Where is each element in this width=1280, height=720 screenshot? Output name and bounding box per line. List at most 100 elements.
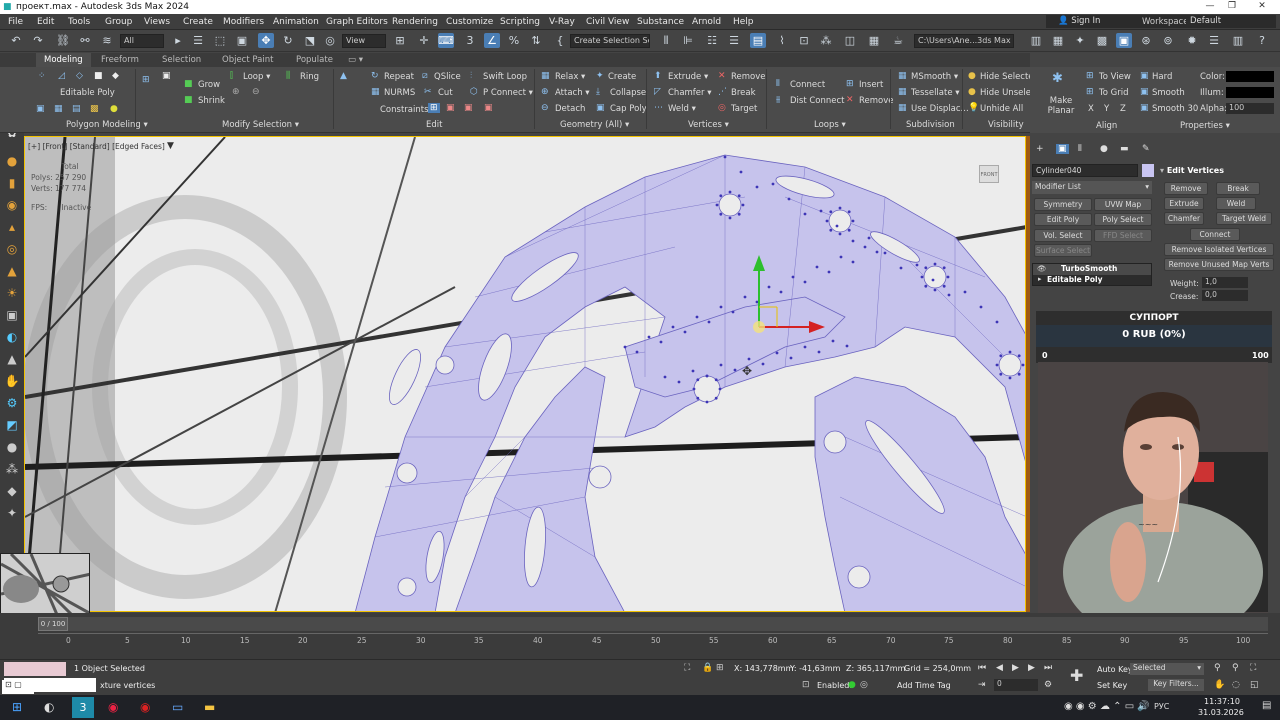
loop-icon[interactable]: ⫿ — [230, 71, 233, 81]
vertex-break-button[interactable]: Break — [1216, 182, 1260, 195]
edge-icon[interactable]: ◐ — [44, 700, 54, 714]
unhide-all-button[interactable]: Unhide All — [980, 104, 1023, 114]
menu-tools[interactable]: Tools — [68, 17, 90, 27]
render-setup-icon[interactable]: ◫ — [842, 33, 858, 48]
maxscript-listener[interactable] — [4, 662, 66, 676]
prev-frame-icon[interactable]: ◀ — [996, 663, 1003, 673]
project-path[interactable]: C:\Users\Ane...3ds Max 2024 — [914, 34, 1014, 48]
motion-icon[interactable]: ⊚ — [1160, 33, 1176, 48]
sphere-icon[interactable]: ● — [4, 153, 20, 169]
poly-select-button[interactable]: Poly Select — [1094, 213, 1152, 226]
chrome-icon[interactable]: ◉ — [108, 700, 118, 714]
minimize-button[interactable]: — — [1200, 1, 1220, 11]
selection-filter-dropdown[interactable]: All — [120, 34, 164, 48]
break-icon[interactable]: ⋰ — [718, 87, 727, 97]
menu-animation[interactable]: Animation — [273, 17, 319, 27]
vertex-mode-icon[interactable]: ⁘ — [38, 71, 46, 81]
move-icon[interactable]: ✥ — [258, 33, 274, 48]
use-displacement-button[interactable]: Use Displac... — [911, 104, 969, 114]
goto-start-icon[interactable]: ⏮ — [978, 663, 986, 673]
spacewarp-icon[interactable]: ⚙ — [4, 395, 20, 411]
create-button[interactable]: Create — [608, 72, 636, 82]
menu-create[interactable]: Create — [183, 17, 213, 27]
show-end-result-icon[interactable]: ▩ — [90, 104, 99, 114]
edit-poly-button[interactable]: Edit Poly — [1034, 213, 1092, 226]
ring-button[interactable]: Ring — [300, 72, 319, 82]
tab-object-paint[interactable]: Object Paint — [222, 55, 273, 65]
to-grid-button[interactable]: To Grid — [1099, 88, 1129, 98]
tessellate-icon[interactable]: ▦ — [898, 87, 907, 97]
vertex-connect-button[interactable]: Connect — [1190, 228, 1240, 241]
reference-coord-dropdown[interactable]: View — [342, 34, 386, 48]
hierarchy-tab-icon[interactable]: ⫴ — [1078, 144, 1082, 154]
select-all-icon[interactable]: ▣ — [162, 71, 171, 81]
menu-modifiers[interactable]: Modifiers — [223, 17, 264, 27]
polygon-mode-icon[interactable]: ■ — [94, 71, 103, 81]
scene-explorer-icon[interactable]: ☷ — [704, 33, 720, 48]
key-selection-dropdown[interactable]: Selected ▾ — [1130, 663, 1204, 675]
cylinder-icon[interactable]: ▮ — [4, 175, 20, 191]
menu-customize[interactable]: Customize — [446, 17, 493, 27]
target-weld-button[interactable]: Target Weld — [1216, 212, 1272, 225]
cut-icon[interactable]: ✂ — [424, 87, 432, 97]
tray-icons[interactable]: ◉ ◉ ⚙ ☁ ⌃ ▭ 🔊 — [1064, 701, 1150, 712]
obs-icon[interactable]: ◉ — [140, 700, 150, 714]
light-icon[interactable]: ☀ — [4, 285, 20, 301]
shrink-loop-icon[interactable]: ⊖ — [252, 87, 260, 97]
unhide-all-icon[interactable]: 💡 — [968, 103, 979, 113]
group-subdivision[interactable]: Subdivision — [906, 120, 955, 130]
tab-freeform[interactable]: Freeform — [101, 55, 139, 65]
key-mode-icon[interactable]: ⇥ — [978, 680, 986, 690]
rendered-frame-icon[interactable]: ▦ — [866, 33, 882, 48]
undo-icon[interactable]: ↶ — [8, 33, 24, 48]
group-visibility[interactable]: Visibility — [988, 120, 1024, 130]
collapse-button[interactable]: Collapse — [610, 88, 646, 98]
symmetry-button[interactable]: Symmetry — [1034, 198, 1092, 211]
viewport-layout-icon[interactable]: ▥ — [1230, 33, 1246, 48]
utilities-icon[interactable]: ✹ — [1184, 33, 1200, 48]
target-button[interactable]: Target — [731, 104, 757, 114]
viewport-tools-icon[interactable]: ▦ — [1050, 33, 1066, 48]
uvw-map-button[interactable]: UVW Map — [1094, 198, 1152, 211]
extrude-button[interactable]: Extrude ▾ — [668, 72, 708, 82]
tab-selection[interactable]: Selection — [162, 55, 201, 65]
adaptive-degradation-icon[interactable]: ◎ — [860, 680, 868, 690]
group-align[interactable]: Align — [1096, 121, 1117, 131]
qslice-button[interactable]: QSlice — [434, 72, 461, 82]
insert-button[interactable]: Insert — [859, 80, 883, 90]
hard-icon[interactable]: ▣ — [1140, 71, 1149, 81]
swift-loop-icon[interactable]: ⫶ — [470, 71, 472, 81]
mini-tray[interactable]: ⊡ ▢ — [2, 680, 34, 694]
relax-button[interactable]: Relax ▾ — [555, 72, 585, 82]
p-connect-icon[interactable]: ⬡ — [470, 87, 478, 97]
help-icon[interactable]: ? — [1254, 33, 1270, 48]
p-connect-button[interactable]: P Connect ▾ — [483, 88, 533, 98]
bind-spacewarp-icon[interactable]: ≋ — [99, 33, 115, 48]
system-icon[interactable]: ◩ — [4, 417, 20, 433]
viewport-label[interactable]: [+] [Front] [Standard] [Edged Faces] — [28, 142, 165, 151]
attach-button[interactable]: Attach ▾ — [555, 88, 590, 98]
constraint-none-icon[interactable]: ⊞ — [428, 103, 440, 113]
workspaces-dropdown[interactable]: Default — [1186, 15, 1276, 28]
helper-icon[interactable]: ✋ — [4, 373, 20, 389]
schematic-view-icon[interactable]: ⊡ — [796, 33, 812, 48]
menu-graph-editors[interactable]: Graph Editors — [326, 17, 388, 27]
display-icon[interactable]: ▩ — [1094, 33, 1110, 48]
clock-date[interactable]: 31.03.2026 — [1198, 708, 1244, 717]
time-slider-thumb[interactable]: 0 / 100 — [38, 617, 68, 631]
cap-poly-icon[interactable]: ▣ — [596, 103, 605, 113]
ffd-select-button[interactable]: FFD Select — [1094, 229, 1152, 242]
curve-editor-icon[interactable]: ⌇ — [774, 33, 790, 48]
crease-spinner[interactable]: 0,0 — [1202, 290, 1248, 301]
language-indicator[interactable]: РУС — [1154, 702, 1169, 711]
modifier-list-dropdown[interactable]: Modifier List ▾ — [1032, 181, 1152, 194]
list-icon[interactable]: ☰ — [1206, 33, 1222, 48]
surface-select-button[interactable]: Surface Select — [1034, 244, 1092, 257]
group-loops[interactable]: Loops ▾ — [814, 120, 846, 130]
enabled-indicator-icon[interactable]: ● — [848, 680, 856, 690]
weld-icon[interactable]: ⋯ — [654, 103, 663, 113]
windows-start-icon[interactable]: ⊞ — [12, 700, 22, 714]
pan-icon[interactable]: ✋ — [1214, 680, 1225, 690]
layer-explorer-icon[interactable]: ☰ — [726, 33, 742, 48]
ribbon-toggle-icon[interactable]: ▤ — [750, 33, 766, 48]
